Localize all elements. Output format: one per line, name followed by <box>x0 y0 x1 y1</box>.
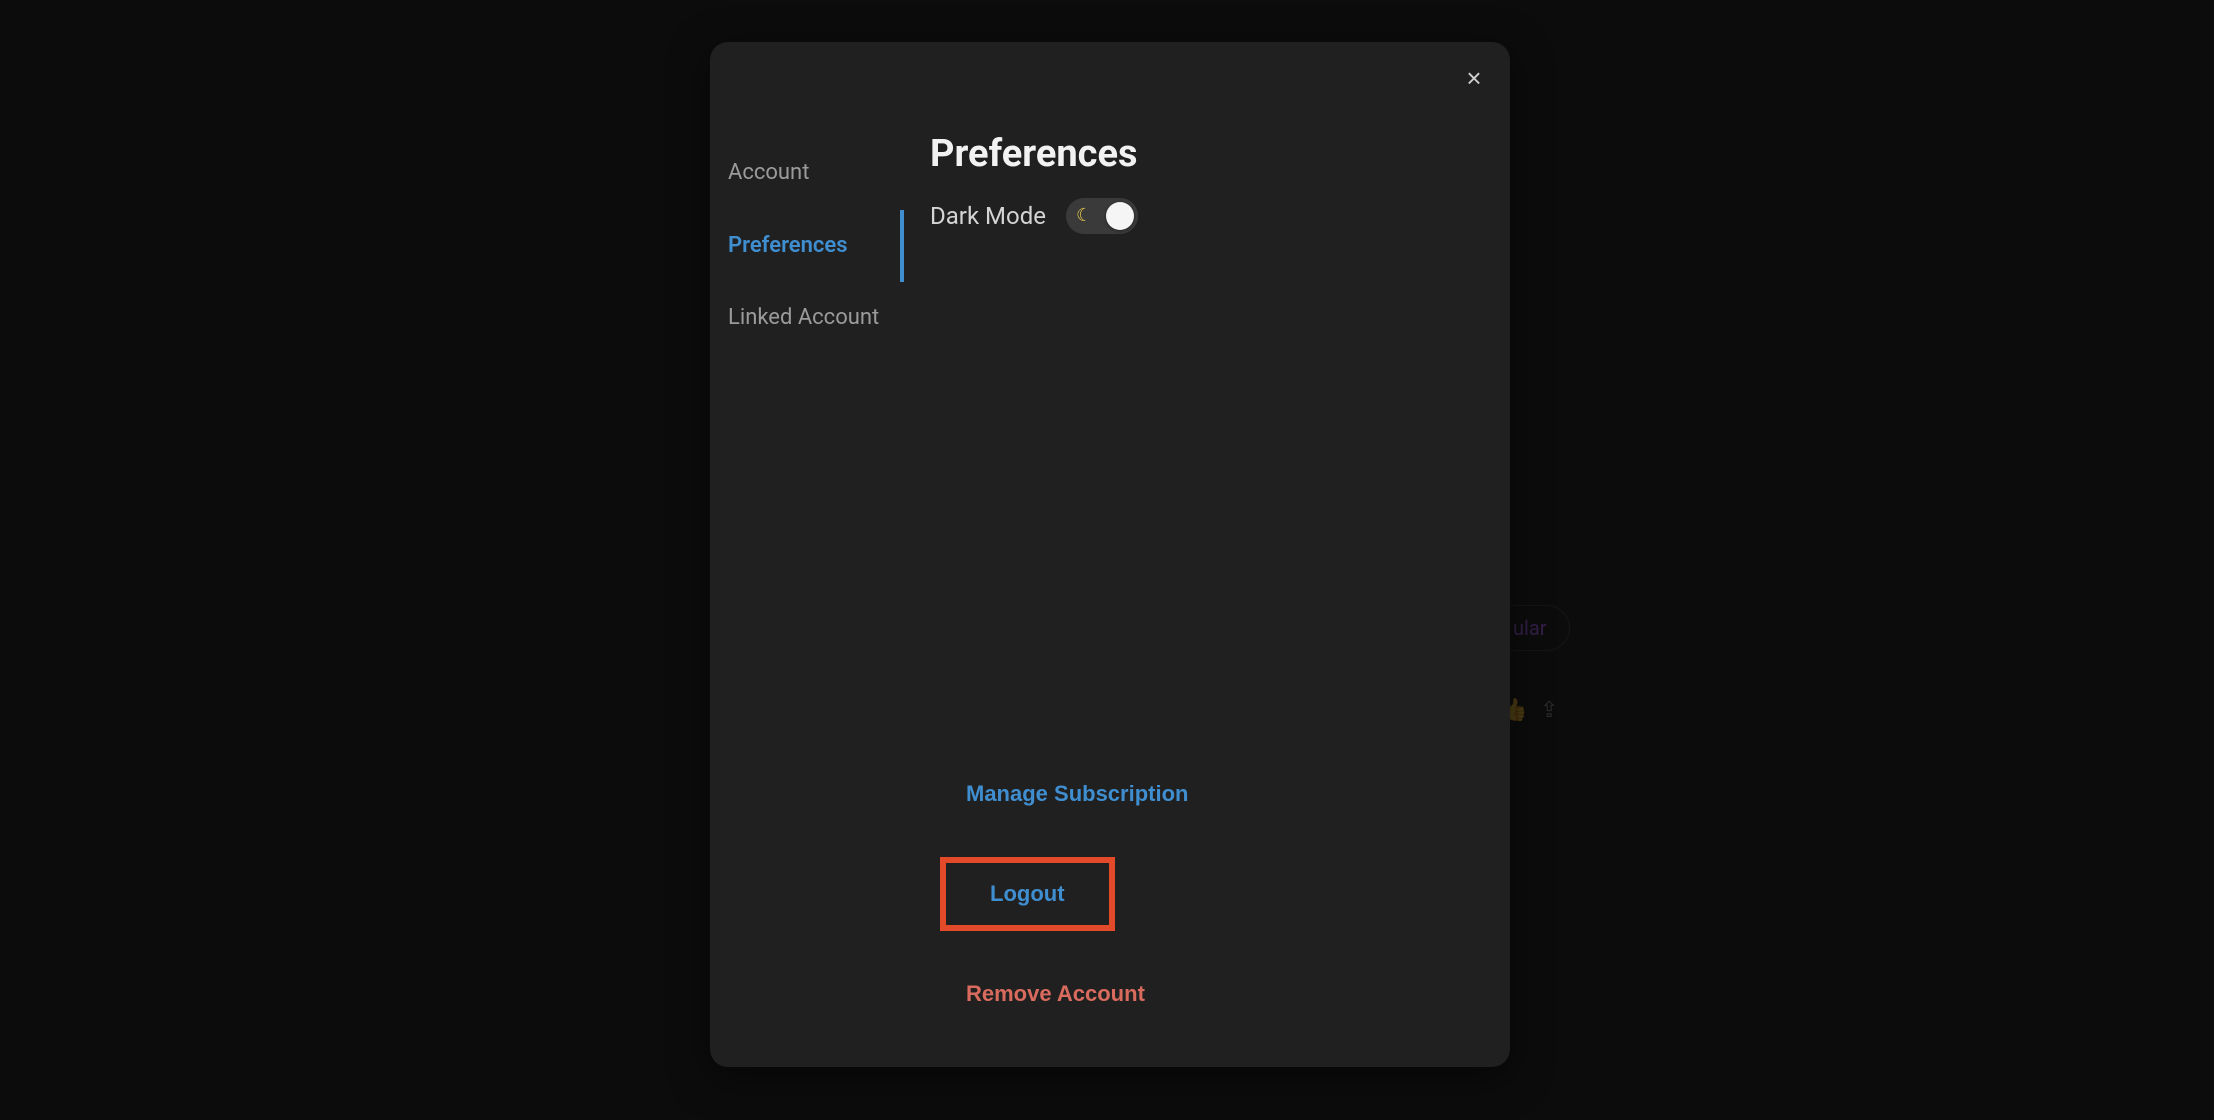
dark-mode-toggle[interactable]: ☾ <box>1066 198 1138 234</box>
sidebar-item-preferences[interactable]: Preferences <box>728 210 904 283</box>
toggle-knob <box>1106 202 1134 230</box>
dark-mode-label: Dark Mode <box>930 202 1046 230</box>
manage-subscription-button[interactable]: Manage Subscription <box>940 771 1214 817</box>
logout-highlight: Logout <box>940 857 1115 931</box>
logout-button[interactable]: Logout <box>986 875 1069 913</box>
modal-footer: Manage Subscription Logout Remove Accoun… <box>900 771 1510 1067</box>
modal-body: Account Preferences Linked Account Prefe… <box>710 42 1510 771</box>
preferences-modal: × Account Preferences Linked Account Pre… <box>710 42 1510 1067</box>
settings-sidebar: Account Preferences Linked Account <box>710 42 900 771</box>
share-icon: ⇪ <box>1540 698 1558 723</box>
page-title: Preferences <box>930 132 1470 176</box>
moon-icon: ☾ <box>1076 207 1092 225</box>
remove-account-button[interactable]: Remove Account <box>940 971 1171 1017</box>
settings-main: Preferences Dark Mode ☾ <box>900 42 1510 771</box>
dark-mode-row: Dark Mode ☾ <box>930 198 1470 234</box>
sidebar-item-account[interactable]: Account <box>728 137 904 210</box>
sidebar-item-linked-account[interactable]: Linked Account <box>728 282 904 355</box>
